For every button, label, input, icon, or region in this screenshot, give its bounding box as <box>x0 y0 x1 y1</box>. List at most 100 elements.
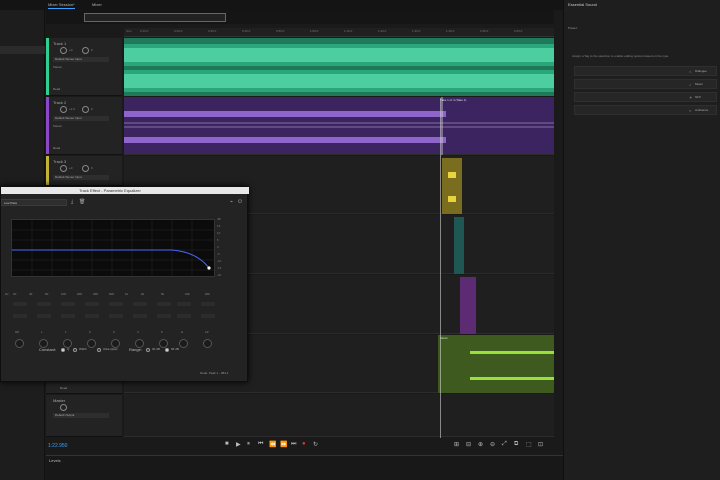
band-toggle[interactable] <box>159 339 168 348</box>
volume-knob[interactable] <box>60 47 67 54</box>
band-freq-field[interactable] <box>133 302 147 306</box>
play-icon[interactable]: ▶ <box>236 441 241 448</box>
stop-icon[interactable]: ■ <box>225 441 229 447</box>
band-gain-field[interactable] <box>61 314 75 318</box>
overview-zoom-thumb[interactable] <box>84 13 226 22</box>
zoom-reset-icon[interactable]: ⊡ <box>538 441 543 448</box>
track-input-select[interactable]: Default Stereo Input <box>53 57 109 62</box>
pan-value[interactable]: 0 <box>91 166 93 170</box>
master-track-name[interactable]: Master <box>53 398 65 403</box>
delete-preset-icon[interactable]: 🗑 <box>79 199 85 205</box>
track-header-2[interactable]: Track 2 +1.0 0 Default Stereo Input Mast… <box>46 97 122 155</box>
band-gain-field[interactable] <box>177 314 191 318</box>
track-lane-1[interactable] <box>124 38 554 96</box>
timecode-display[interactable]: 1:22.950 <box>48 443 67 449</box>
band-gain-field[interactable] <box>37 314 51 318</box>
track-header-1[interactable]: Track 1 +0 0 Default Stereo Input Master… <box>46 38 122 96</box>
band-freq-field[interactable] <box>37 302 51 306</box>
track-lane-2[interactable]: Take 1 of 4 (Take 1) <box>124 97 554 155</box>
band-gain-field[interactable] <box>133 314 147 318</box>
volume-value[interactable]: +0 <box>69 48 72 52</box>
track-name[interactable]: Track 1 <box>53 41 66 46</box>
pause-icon[interactable]: ⏸ <box>247 441 250 448</box>
skip-end-icon[interactable]: ⏭ <box>291 441 296 448</box>
dialog-title-bar[interactable]: Track Effect - Parametric Equalizer <box>1 187 249 194</box>
track-output[interactable]: Master <box>53 65 62 69</box>
band-toggle[interactable] <box>203 339 212 348</box>
zoom-out-amplitude-icon[interactable]: ⊟ <box>466 441 471 448</box>
track-header-footer[interactable]: Read <box>46 382 122 394</box>
wand-icon[interactable]: ⌁ <box>230 199 233 205</box>
band-gain-field[interactable] <box>201 314 215 318</box>
time-ruler[interactable]: hms 0:10.0 0:20.0 0:30.0 0:40.0 0:50.0 1… <box>124 28 554 37</box>
master-volume-knob[interactable] <box>60 404 67 411</box>
radio-range-96db[interactable] <box>165 348 169 352</box>
radio-width[interactable] <box>73 348 77 352</box>
master-lane[interactable] <box>124 394 554 437</box>
track-name[interactable]: Track 3 <box>53 159 66 164</box>
volume-value[interactable]: +0 <box>69 166 72 170</box>
zoom-tracks-icon[interactable]: ⬚ <box>526 441 532 448</box>
rewind-icon[interactable]: ⏪ <box>269 441 276 448</box>
radio-range-30db[interactable] <box>146 348 150 352</box>
zoom-in-amplitude-icon[interactable]: ⊞ <box>454 441 459 448</box>
track-input-select[interactable]: Default Stereo Input <box>53 175 109 180</box>
track-header-3[interactable]: Track 3 +0 0 Default Stereo Input <box>46 156 122 186</box>
skip-start-icon[interactable]: ⏮ <box>258 441 263 448</box>
band-freq-field[interactable] <box>201 302 215 306</box>
ambience-button[interactable]: ≈ Ambience <box>574 105 717 115</box>
audio-clip-track1[interactable] <box>124 38 554 96</box>
record-icon[interactable]: ● <box>302 441 306 447</box>
loop-icon[interactable]: ↻ <box>313 441 318 448</box>
volume-knob[interactable] <box>60 165 67 172</box>
track-name[interactable]: Track 2 <box>53 100 66 105</box>
band-freq-field[interactable] <box>109 302 123 306</box>
audio-clip-track6[interactable]: Music <box>438 335 554 393</box>
volume-value[interactable]: +1.0 <box>69 107 75 111</box>
audio-clip-track5[interactable] <box>460 277 476 334</box>
zoom-in-time-icon[interactable]: ⊕ <box>478 441 483 448</box>
files-panel-selected-row[interactable] <box>0 46 45 54</box>
band-toggle[interactable] <box>87 339 96 348</box>
band-freq-field[interactable] <box>85 302 99 306</box>
band-freq-field[interactable] <box>177 302 191 306</box>
band-toggle[interactable] <box>179 339 188 348</box>
zoom-out-time-icon[interactable]: ⊖ <box>490 441 495 448</box>
band-gain-field[interactable] <box>157 314 171 318</box>
audio-clip-track3[interactable] <box>442 158 462 214</box>
pan-value[interactable]: 0 <box>91 107 93 111</box>
pan-knob[interactable] <box>82 165 89 172</box>
radio-ultra-quiet[interactable] <box>97 348 101 352</box>
tab-mixer[interactable]: Mixer <box>92 2 102 7</box>
pan-value[interactable]: 0 <box>91 48 93 52</box>
sfx-button[interactable]: ✶ SFX <box>574 92 717 102</box>
master-track-header[interactable]: Master Default Output <box>46 395 122 437</box>
track-input-select[interactable]: Default Stereo Input <box>53 116 109 121</box>
track-output[interactable]: Master <box>53 124 62 128</box>
volume-knob[interactable] <box>60 106 67 113</box>
playhead[interactable] <box>440 98 441 438</box>
band-freq-field[interactable] <box>61 302 75 306</box>
save-preset-icon[interactable]: ⤓ <box>71 199 73 205</box>
master-output-select[interactable]: Default Output <box>53 413 109 418</box>
band-gain-field[interactable] <box>85 314 99 318</box>
pan-knob[interactable] <box>82 47 89 54</box>
music-button[interactable]: ♪ Music <box>574 79 717 89</box>
zoom-fit-icon[interactable]: ⤢ <box>502 441 507 448</box>
band-gain-field[interactable] <box>109 314 123 318</box>
eq-graph[interactable] <box>11 219 216 278</box>
automation-mode[interactable]: Read <box>53 146 60 150</box>
radio-q[interactable] <box>61 348 65 352</box>
band-freq-field[interactable] <box>157 302 171 306</box>
preset-select[interactable]: Low Pass <box>1 199 67 206</box>
band-toggle[interactable] <box>15 339 24 348</box>
automation-mode[interactable]: Read <box>60 386 67 390</box>
parametric-equalizer-dialog[interactable]: Track Effect - Parametric Equalizer Low … <box>0 186 249 382</box>
fast-forward-icon[interactable]: ⏩ <box>280 441 287 448</box>
band-freq-field[interactable] <box>13 302 27 306</box>
zoom-selection-icon[interactable]: ⧉ <box>514 441 518 448</box>
pan-knob[interactable] <box>82 106 89 113</box>
audio-clip-track4[interactable] <box>454 217 464 274</box>
power-icon[interactable]: ⏻ <box>238 199 242 205</box>
band-gain-field[interactable] <box>13 314 27 318</box>
